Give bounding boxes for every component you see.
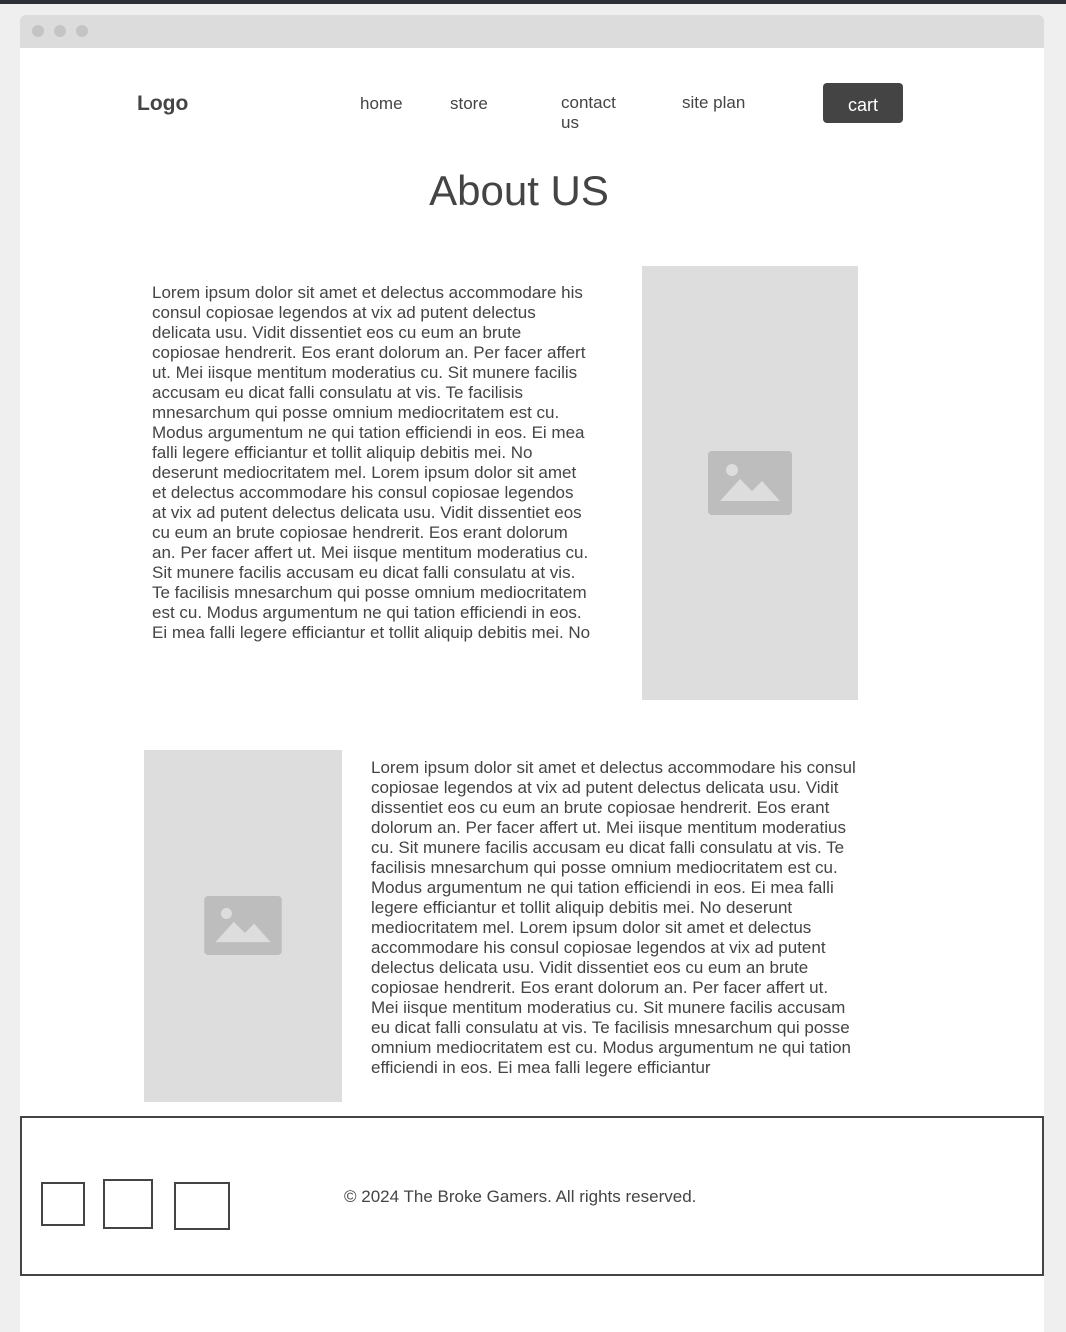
- browser-top-border: [0, 0, 1066, 4]
- image-placeholder-icon: [204, 896, 282, 955]
- about-paragraph-2: Lorem ipsum dolor sit amet et delectus a…: [371, 758, 856, 1077]
- nav-contact-us[interactable]: contact us: [561, 93, 631, 133]
- copyright-text: © 2024 The Broke Gamers. All rights rese…: [344, 1187, 697, 1206]
- social-icon[interactable]: [41, 1182, 85, 1226]
- site-logo[interactable]: Logo: [137, 92, 188, 116]
- nav-store[interactable]: store: [450, 94, 488, 114]
- image-placeholder-icon: [708, 451, 792, 515]
- window-dot-icon[interactable]: [32, 25, 44, 37]
- image-placeholder: [144, 750, 342, 1102]
- page-title: About US: [429, 167, 609, 214]
- site-footer: © 2024 The Broke Gamers. All rights rese…: [20, 1116, 1044, 1276]
- cart-button[interactable]: cart: [823, 83, 903, 123]
- window-dot-icon[interactable]: [76, 25, 88, 37]
- about-paragraph-1: Lorem ipsum dolor sit amet et delectus a…: [152, 283, 591, 642]
- browser-window: Logo home store contact us site plan car…: [20, 15, 1044, 1332]
- window-titlebar: [20, 15, 1044, 48]
- window-dot-icon[interactable]: [54, 25, 66, 37]
- social-icon[interactable]: [103, 1179, 153, 1229]
- social-icon[interactable]: [174, 1182, 230, 1230]
- nav-site-plan[interactable]: site plan: [682, 93, 745, 113]
- image-placeholder: [642, 266, 858, 700]
- nav-home[interactable]: home: [360, 94, 403, 114]
